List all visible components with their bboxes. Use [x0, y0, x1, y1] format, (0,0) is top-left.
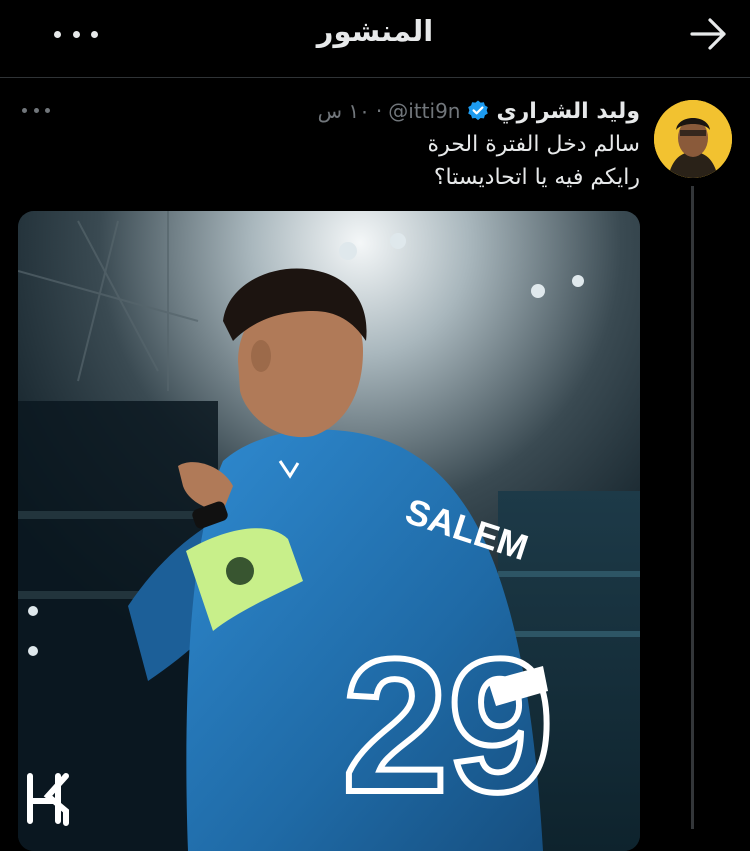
author-handle[interactable]: @itti9n — [388, 99, 460, 123]
avatar[interactable] — [654, 100, 732, 178]
avatar-image — [654, 100, 732, 178]
jersey-number: 29 — [342, 620, 553, 832]
post-time[interactable]: ١٠ س — [318, 99, 370, 123]
top-bar: المنشور — [0, 0, 750, 72]
thread-line — [691, 186, 694, 829]
post-text-line: سالم دخل الفترة الحرة — [427, 132, 640, 157]
post-media-image[interactable]: SALEM 29 — [18, 211, 640, 851]
page-title: المنشور — [316, 14, 434, 48]
post-header: وليد الشراري @itti9n · ١٠ س — [318, 94, 640, 128]
post-more-icon[interactable] — [22, 104, 50, 116]
meta-separator: · — [375, 99, 383, 123]
post-text: سالم دخل الفترة الحرة رايكم فيه يا اتحاد… — [80, 128, 640, 194]
author-name[interactable]: وليد الشراري — [496, 99, 640, 124]
verified-badge-icon — [468, 100, 489, 121]
arrow-right-icon[interactable] — [688, 14, 730, 54]
header-divider — [0, 77, 750, 78]
post-text-line: رايكم فيه يا اتحاديستا؟ — [433, 165, 640, 190]
